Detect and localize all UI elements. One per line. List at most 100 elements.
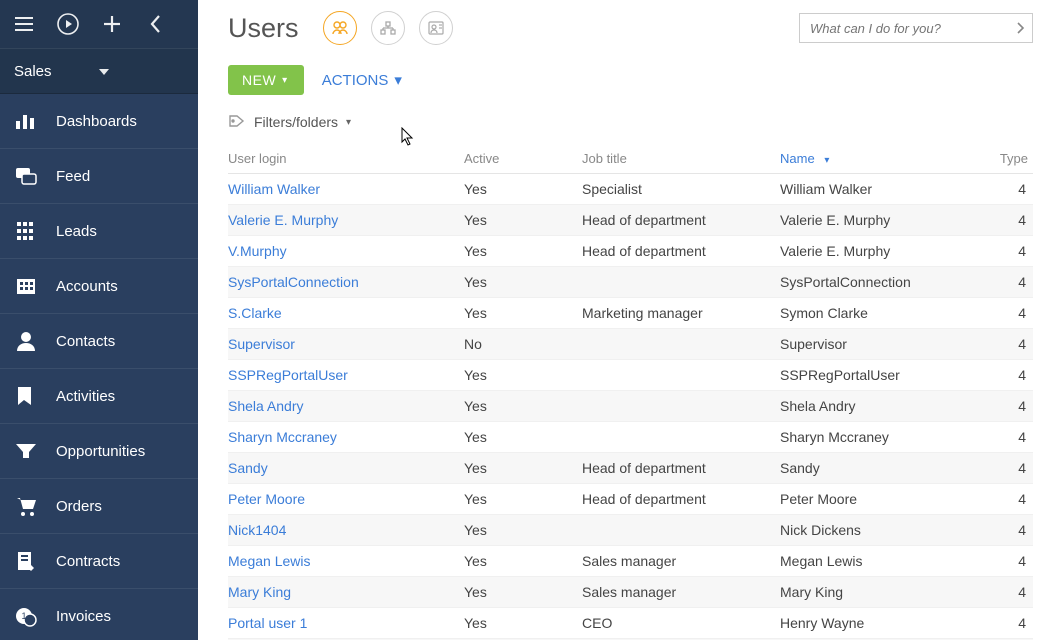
- table-row[interactable]: SSPRegPortalUserYesSSPRegPortalUser4: [228, 360, 1033, 391]
- cell-active: Yes: [464, 429, 582, 445]
- sidebar-item-opportunities[interactable]: Opportunities: [0, 424, 198, 479]
- cell-type: 4: [970, 336, 1030, 352]
- col-job-title[interactable]: Job title: [582, 151, 780, 166]
- sidebar-topbar: [0, 0, 198, 48]
- table-row[interactable]: SupervisorNoSupervisor4: [228, 329, 1033, 360]
- search-wrap: [799, 13, 1033, 43]
- cell-job: Sales manager: [582, 553, 780, 569]
- cell-login[interactable]: Peter Moore: [228, 491, 464, 507]
- cell-name: Mary King: [780, 584, 970, 600]
- table-row[interactable]: Valerie E. MurphyYesHead of departmentVa…: [228, 205, 1033, 236]
- cell-login[interactable]: Mary King: [228, 584, 464, 600]
- cell-active: Yes: [464, 181, 582, 197]
- cell-login[interactable]: Sharyn Mccraney: [228, 429, 464, 445]
- table-row[interactable]: Shela AndryYesShela Andry4: [228, 391, 1033, 422]
- users-grid: User login Active Job title Name ▾ Type …: [228, 144, 1033, 640]
- cell-login[interactable]: Portal user 1: [228, 615, 464, 631]
- cell-active: Yes: [464, 491, 582, 507]
- cell-type: 4: [970, 212, 1030, 228]
- cell-login[interactable]: Sandy: [228, 460, 464, 476]
- filters-button[interactable]: Filters/folders ▾: [228, 102, 1033, 142]
- cell-login[interactable]: SSPRegPortalUser: [228, 367, 464, 383]
- cell-login[interactable]: Megan Lewis: [228, 553, 464, 569]
- sidebar-item-contracts[interactable]: Contracts: [0, 534, 198, 589]
- table-row[interactable]: Sharyn MccraneyYesSharyn Mccraney4: [228, 422, 1033, 453]
- cell-login[interactable]: Valerie E. Murphy: [228, 212, 464, 228]
- table-row[interactable]: Megan LewisYesSales managerMegan Lewis4: [228, 546, 1033, 577]
- table-row[interactable]: Peter MooreYesHead of departmentPeter Mo…: [228, 484, 1033, 515]
- cell-name: Supervisor: [780, 336, 970, 352]
- col-name-label: Name: [780, 151, 815, 166]
- page-title: Users: [228, 13, 299, 44]
- sidebar-item-label: Contacts: [56, 333, 115, 350]
- table-row[interactable]: V.MurphyYesHead of departmentValerie E. …: [228, 236, 1033, 267]
- sidebar-item-orders[interactable]: Orders: [0, 479, 198, 534]
- table-row[interactable]: Portal user 1YesCEOHenry Wayne4: [228, 608, 1033, 639]
- cell-name: Megan Lewis: [780, 553, 970, 569]
- view-contact-button[interactable]: [419, 11, 453, 45]
- cell-name: Peter Moore: [780, 491, 970, 507]
- cell-name: William Walker: [780, 181, 970, 197]
- sidebar-item-label: Opportunities: [56, 443, 145, 460]
- tag-icon: [228, 114, 246, 131]
- col-active[interactable]: Active: [464, 151, 582, 166]
- sidebar-item-feed[interactable]: Feed: [0, 149, 198, 204]
- menu-icon[interactable]: [2, 4, 46, 44]
- sidebar-item-invoices[interactable]: 1Invoices: [0, 589, 198, 640]
- cell-type: 4: [970, 429, 1030, 445]
- cell-login[interactable]: William Walker: [228, 181, 464, 197]
- cell-name: Valerie E. Murphy: [780, 243, 970, 259]
- cell-login[interactable]: V.Murphy: [228, 243, 464, 259]
- cell-login[interactable]: S.Clarke: [228, 305, 464, 321]
- cell-name: SysPortalConnection: [780, 274, 970, 290]
- cell-active: Yes: [464, 367, 582, 383]
- svg-text:1: 1: [21, 611, 26, 621]
- sidebar-item-leads[interactable]: Leads: [0, 204, 198, 259]
- view-users-button[interactable]: [323, 11, 357, 45]
- plus-icon[interactable]: [90, 4, 134, 44]
- cell-type: 4: [970, 553, 1030, 569]
- cell-login[interactable]: Nick1404: [228, 522, 464, 538]
- cell-active: Yes: [464, 584, 582, 600]
- table-row[interactable]: William WalkerYesSpecialistWilliam Walke…: [228, 174, 1033, 205]
- sidebar-item-dashboard[interactable]: Dashboards: [0, 94, 198, 149]
- table-row[interactable]: S.ClarkeYesMarketing managerSymon Clarke…: [228, 298, 1033, 329]
- cell-name: Nick Dickens: [780, 522, 970, 538]
- table-row[interactable]: SandyYesHead of departmentSandy4: [228, 453, 1033, 484]
- sidebar-item-contacts[interactable]: Contacts: [0, 314, 198, 369]
- cell-active: Yes: [464, 460, 582, 476]
- cell-type: 4: [970, 181, 1030, 197]
- workspace-selector[interactable]: Sales: [0, 48, 198, 94]
- view-org-button[interactable]: [371, 11, 405, 45]
- table-row[interactable]: Nick1404YesNick Dickens4: [228, 515, 1033, 546]
- new-button[interactable]: NEW ▾: [228, 65, 304, 95]
- cell-login[interactable]: Shela Andry: [228, 398, 464, 414]
- table-row[interactable]: SysPortalConnectionYesSysPortalConnectio…: [228, 267, 1033, 298]
- search-input[interactable]: [799, 13, 1033, 43]
- cell-login[interactable]: SysPortalConnection: [228, 274, 464, 290]
- chevron-right-icon[interactable]: [1013, 19, 1027, 40]
- leads-icon: [14, 220, 56, 242]
- cell-name: Henry Wayne: [780, 615, 970, 631]
- col-user-login[interactable]: User login: [228, 151, 464, 166]
- sidebar-item-activities[interactable]: Activities: [0, 369, 198, 424]
- play-icon[interactable]: [46, 4, 90, 44]
- filters-label: Filters/folders: [254, 114, 338, 130]
- cell-active: Yes: [464, 615, 582, 631]
- cell-type: 4: [970, 584, 1030, 600]
- sidebar-item-accounts[interactable]: Accounts: [0, 259, 198, 314]
- col-name[interactable]: Name ▾: [780, 151, 970, 166]
- table-row[interactable]: Mary KingYesSales managerMary King4: [228, 577, 1033, 608]
- cell-job: CEO: [582, 615, 780, 631]
- cell-job: Head of department: [582, 491, 780, 507]
- toolbar-row: NEW ▾ ACTIONS ▾: [228, 58, 1033, 102]
- feed-icon: [14, 166, 56, 186]
- accounts-icon: [14, 276, 56, 296]
- back-icon[interactable]: [134, 4, 178, 44]
- cell-login[interactable]: Supervisor: [228, 336, 464, 352]
- actions-button[interactable]: ACTIONS ▾: [322, 71, 402, 89]
- chevron-down-icon: [98, 63, 182, 80]
- workspace-label: Sales: [14, 63, 98, 80]
- col-type[interactable]: Type: [970, 151, 1030, 166]
- cell-type: 4: [970, 398, 1030, 414]
